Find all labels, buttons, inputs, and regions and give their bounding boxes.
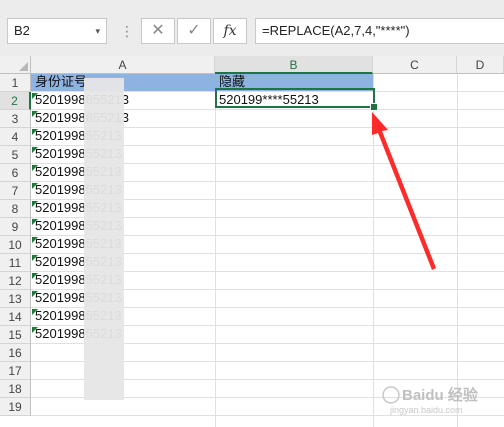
cell-a1[interactable]: 身份证号 bbox=[35, 73, 87, 91]
chevron-down-icon[interactable]: ▾ bbox=[95, 19, 100, 43]
column-header-c[interactable]: C bbox=[373, 56, 457, 74]
formula-input[interactable]: =REPLACE(A2,7,4,"****") bbox=[255, 18, 504, 44]
row-header[interactable]: 16 bbox=[0, 344, 31, 362]
row-header[interactable]: 15 bbox=[0, 326, 31, 344]
error-indicator-icon bbox=[32, 291, 38, 297]
fill-handle[interactable] bbox=[370, 103, 378, 111]
row-header[interactable]: 8 bbox=[0, 200, 31, 218]
error-indicator-icon bbox=[32, 237, 38, 243]
row-header[interactable]: 17 bbox=[0, 362, 31, 380]
error-indicator-icon bbox=[32, 183, 38, 189]
error-indicator-icon bbox=[32, 111, 38, 117]
insert-function-button[interactable]: fx bbox=[213, 18, 247, 44]
row-header[interactable]: 3 bbox=[0, 110, 31, 128]
row-header[interactable]: 1 bbox=[0, 74, 31, 92]
row-header[interactable]: 10 bbox=[0, 236, 31, 254]
check-icon: ✓ bbox=[187, 22, 201, 39]
row-header[interactable]: 2 bbox=[0, 92, 31, 110]
baidu-jingyan-watermark: Baidu 经验 jingyan.baidu.com bbox=[382, 386, 479, 415]
error-indicator-icon bbox=[32, 129, 38, 135]
row-header[interactable]: 7 bbox=[0, 182, 31, 200]
row-header[interactable]: 19 bbox=[0, 398, 31, 416]
column-header-a[interactable]: A bbox=[31, 56, 215, 74]
error-indicator-icon bbox=[32, 273, 38, 279]
enter-button[interactable]: ✓ bbox=[177, 18, 211, 44]
cancel-button[interactable]: ✕ bbox=[141, 18, 175, 44]
watermark-brand: Baidu 经验 bbox=[402, 386, 479, 404]
row-header[interactable]: 14 bbox=[0, 308, 31, 326]
row-header[interactable]: 4 bbox=[0, 128, 31, 146]
paw-icon bbox=[382, 386, 400, 404]
error-indicator-icon bbox=[32, 93, 38, 99]
fx-icon: fx bbox=[223, 23, 237, 39]
formula-bar-separator-icon[interactable]: ⋮ bbox=[120, 24, 134, 38]
error-indicator-icon bbox=[32, 219, 38, 225]
column-header-d[interactable]: D bbox=[457, 56, 504, 74]
error-indicator-icon bbox=[32, 147, 38, 153]
error-indicator-icon bbox=[32, 327, 38, 333]
row-header[interactable]: 13 bbox=[0, 290, 31, 308]
select-all-corner[interactable] bbox=[0, 56, 31, 74]
row-header[interactable]: 9 bbox=[0, 218, 31, 236]
privacy-blur-overlay bbox=[84, 78, 124, 400]
error-indicator-icon bbox=[32, 165, 38, 171]
name-box[interactable]: B2 ▾ bbox=[7, 18, 107, 44]
error-indicator-icon bbox=[32, 201, 38, 207]
row-header[interactable]: 11 bbox=[0, 254, 31, 272]
row-header[interactable]: 6 bbox=[0, 164, 31, 182]
error-indicator-icon bbox=[32, 309, 38, 315]
row-header[interactable]: 5 bbox=[0, 146, 31, 164]
name-box-value: B2 bbox=[14, 23, 30, 38]
row-header[interactable]: 18 bbox=[0, 380, 31, 398]
worksheet-grid[interactable]: A B C D 1 2 3 4 5 6 7 8 9 10 11 12 13 14… bbox=[0, 56, 504, 427]
watermark-url: jingyan.baidu.com bbox=[389, 405, 463, 415]
error-indicator-icon bbox=[32, 255, 38, 261]
active-cell-border bbox=[215, 88, 375, 108]
column-header-b[interactable]: B bbox=[215, 56, 373, 74]
formula-bar: B2 ▾ ⋮ ✕ ✓ fx =REPLACE(A2,7,4,"****") bbox=[0, 10, 504, 57]
row-header[interactable]: 12 bbox=[0, 272, 31, 290]
close-icon: ✕ bbox=[151, 22, 165, 39]
